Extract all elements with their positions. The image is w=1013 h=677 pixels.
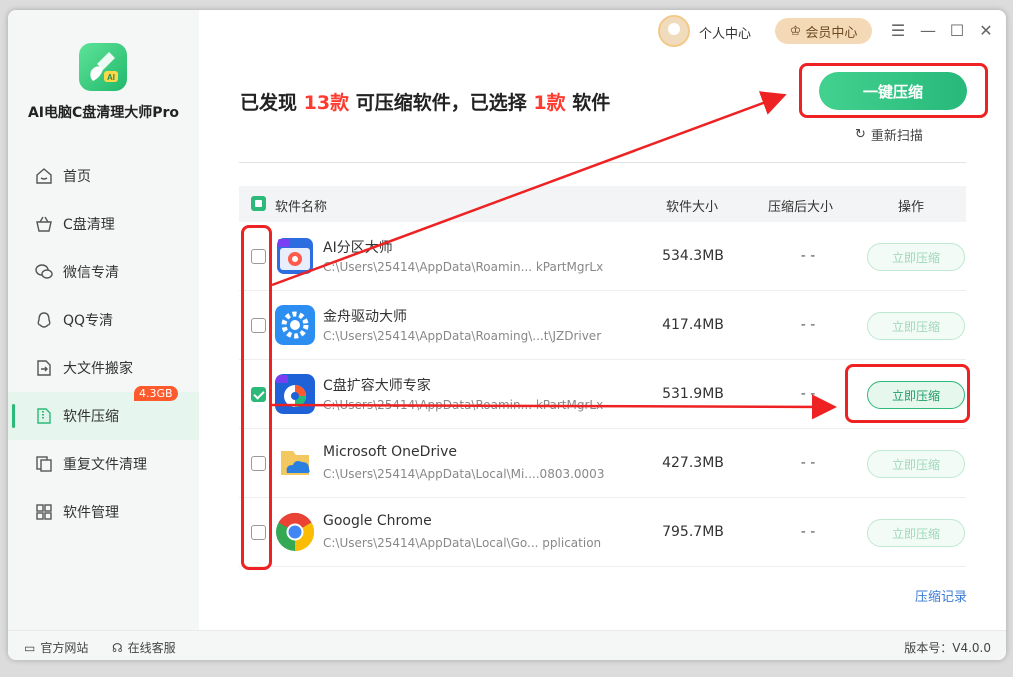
app-size: 534.3MB [662, 248, 724, 264]
sidebar-item-software-manage[interactable]: 软件管理 [8, 488, 199, 536]
app-size: 427.3MB [662, 455, 724, 471]
sidebar-item-software-compress[interactable]: 软件压缩 4.3GB [8, 386, 199, 440]
col-name-header: 软件名称 [275, 200, 328, 215]
sidebar-nav: 首页 C盘清理 微信专清 QQ专清 大文件搬家 软件压缩 4.3GB 重复文件清… [8, 152, 199, 536]
home-icon [34, 166, 54, 186]
minimize-icon[interactable]: — [918, 20, 938, 40]
annotation-box-checkboxes [241, 225, 272, 570]
sidebar-item-label: 微信专清 [63, 265, 119, 281]
compress-now-button[interactable]: 立即压缩 [867, 450, 965, 478]
app-path: C:\Users\25414\AppData\Roaming\...t\JZDr… [323, 329, 602, 343]
compress-history-link[interactable]: 压缩记录 [915, 586, 967, 605]
app-name: Microsoft OneDrive [323, 444, 457, 460]
col-compressed-header: 压缩后大小 [768, 200, 834, 215]
ai-partition-app-icon [275, 236, 315, 276]
close-icon[interactable]: ✕ [976, 20, 996, 40]
refresh-icon: ↻ [855, 127, 866, 142]
wechat-icon [34, 262, 54, 282]
service-label: 在线客服 [127, 641, 176, 655]
qq-icon [34, 310, 54, 330]
grid-icon [34, 502, 54, 522]
vip-center-button[interactable]: ♔ 会员中心 [775, 18, 872, 44]
app-path: C:\Users\25414\AppData\Roamin... kPartMg… [323, 260, 604, 274]
version-label: 版本号：V4.0.0 [904, 641, 991, 655]
table-row: 金舟驱动大师 C:\Users\25414\AppData\Roaming\..… [239, 291, 966, 360]
c-expand-app-icon [275, 374, 315, 414]
app-title: AI电脑C盘清理大师Pro [27, 105, 180, 121]
svg-text:AI: AI [107, 73, 115, 82]
compress-now-button[interactable]: 立即压缩 [867, 312, 965, 340]
found-count: 13款 [303, 92, 350, 114]
compressed-size: - - [800, 248, 816, 264]
compress-now-button[interactable]: 立即压缩 [867, 243, 965, 271]
app-path: C:\Users\25414\AppData\Local\Go... pplic… [323, 536, 602, 550]
app-name: 金舟驱动大师 [323, 309, 407, 325]
sidebar-item-label: 重复文件清理 [63, 457, 147, 473]
sidebar-item-wechat[interactable]: 微信专清 [8, 248, 199, 296]
zip-file-icon [34, 406, 54, 426]
app-path: C:\Users\25414\AppData\Local\Mi....0803.… [323, 467, 605, 481]
compress-now-button[interactable]: 立即压缩 [867, 519, 965, 547]
sidebar-item-duplicate-clean[interactable]: 重复文件清理 [8, 440, 199, 488]
rescan-button[interactable]: ↻ 重新扫描 [855, 125, 923, 144]
compressed-size: - - [800, 317, 816, 333]
col-action-header: 操作 [898, 200, 925, 215]
headset-icon: ☊ [112, 640, 123, 655]
monitor-icon: ▭ [24, 640, 36, 655]
select-all-checkbox[interactable] [251, 196, 266, 211]
chrome-app-icon [275, 512, 315, 552]
basket-icon [34, 214, 54, 234]
online-service-link[interactable]: ☊ 在线客服 [112, 639, 176, 656]
app-path: C:\Users\25414\AppData\Roamin... kPartMg… [323, 398, 604, 412]
sidebar: AI AI电脑C盘清理大师Pro 首页 C盘清理 微信专清 QQ专清 大文件搬家… [8, 10, 199, 630]
table-header: 软件名称 软件大小 压缩后大小 操作 [239, 186, 966, 222]
compressed-size: - - [800, 386, 816, 402]
status-bar: ▭ 官方网站 ☊ 在线客服 版本号：V4.0.0 [8, 630, 1006, 660]
sidebar-item-label: QQ专清 [63, 313, 114, 329]
sidebar-item-c-clean[interactable]: C盘清理 [8, 200, 199, 248]
vip-label: 会员中心 [805, 25, 858, 41]
avatar[interactable] [658, 15, 690, 47]
page-title: 已发现 13款 可压缩软件，已选择 1款 软件 [240, 92, 611, 114]
personal-center-link[interactable]: 个人中心 [699, 23, 751, 42]
website-label: 官方网站 [40, 641, 89, 655]
onedrive-app-icon [275, 443, 315, 483]
divider [239, 162, 966, 163]
app-size: 795.7MB [662, 524, 724, 540]
menu-icon[interactable]: ☰ [888, 20, 908, 40]
crown-icon: ♔ [789, 23, 802, 39]
duplicate-icon [34, 454, 54, 474]
table-row: Google Chrome C:\Users\25414\AppData\Loc… [239, 498, 966, 567]
sidebar-item-label: C盘清理 [63, 217, 115, 233]
sidebar-item-label: 首页 [63, 169, 91, 185]
rescan-label: 重新扫描 [870, 129, 923, 144]
sidebar-item-label: 软件管理 [63, 505, 119, 521]
sidebar-item-label: 软件压缩 [63, 409, 119, 425]
compressed-size: - - [800, 455, 816, 471]
table-row: Microsoft OneDrive C:\Users\25414\AppDat… [239, 429, 966, 498]
app-size: 417.4MB [662, 317, 724, 333]
app-name: C盘扩容大师专家 [323, 378, 431, 394]
app-logo-icon: AI [79, 43, 127, 91]
annotation-box-compress-button [845, 364, 970, 423]
sidebar-item-label: 大文件搬家 [63, 361, 133, 377]
website-link[interactable]: ▭ 官方网站 [24, 639, 88, 656]
app-name: Google Chrome [323, 513, 432, 529]
app-name: AI分区大师 [323, 240, 393, 256]
app-size: 531.9MB [662, 386, 724, 402]
compressed-size: - - [800, 524, 816, 540]
table-row: AI分区大师 C:\Users\25414\AppData\Roamin... … [239, 222, 966, 291]
sidebar-item-home[interactable]: 首页 [8, 152, 199, 200]
jinzhou-driver-app-icon [275, 305, 315, 345]
selected-count: 1款 [533, 92, 566, 114]
sidebar-item-big-file-move[interactable]: 大文件搬家 [8, 344, 199, 392]
col-size-header: 软件大小 [666, 200, 719, 215]
maximize-icon[interactable]: ☐ [947, 20, 967, 40]
sidebar-item-qq[interactable]: QQ专清 [8, 296, 199, 344]
annotation-box-onekey [799, 63, 988, 118]
size-badge: 4.3GB [134, 386, 178, 401]
move-file-icon [34, 358, 54, 378]
